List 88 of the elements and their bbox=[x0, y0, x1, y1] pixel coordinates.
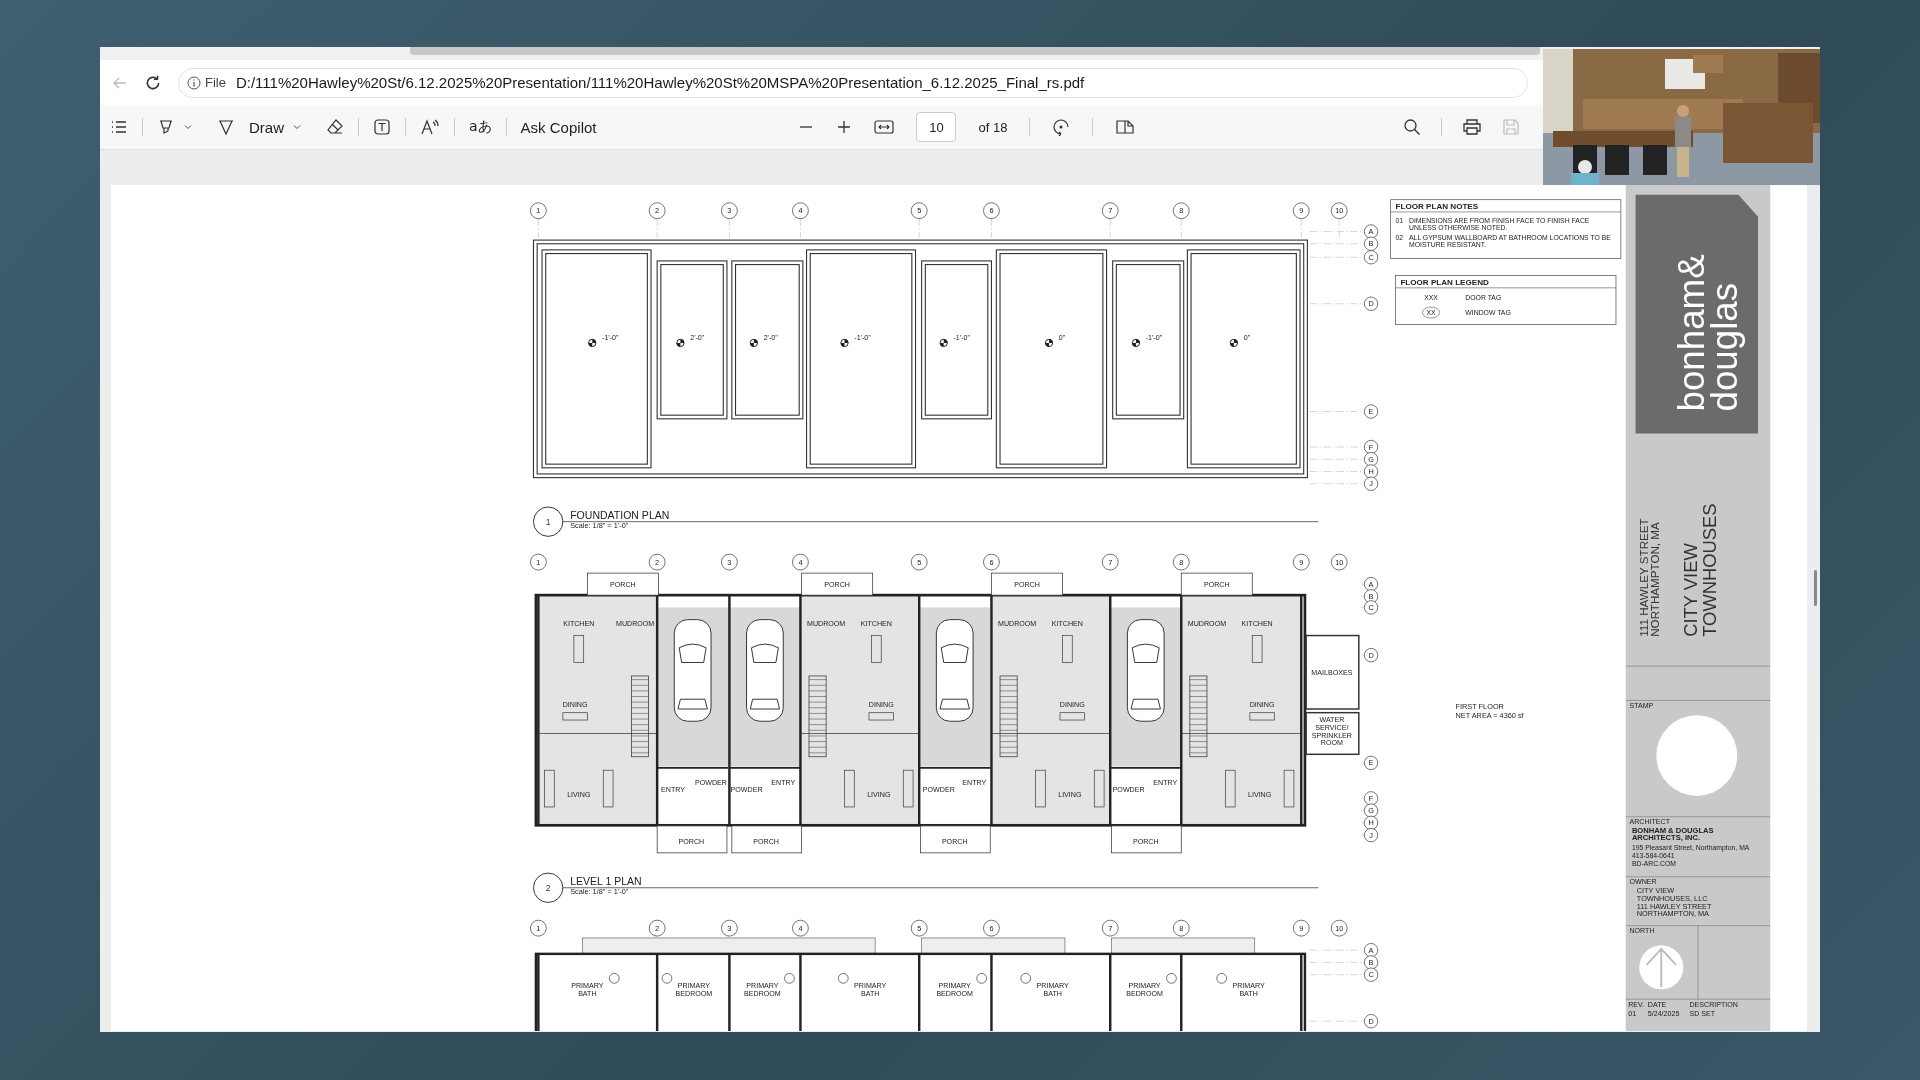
grid-bubble: 4 bbox=[792, 919, 809, 937]
grid-bubble: D bbox=[1363, 1014, 1379, 1029]
grid-bubble: D bbox=[1363, 296, 1379, 311]
scrollbar-thumb[interactable] bbox=[1814, 570, 1817, 606]
notes-title: FLOOR PLAN NOTES bbox=[1395, 201, 1479, 211]
draw-icon[interactable] bbox=[217, 118, 235, 136]
grid-bubble: 7 bbox=[1101, 919, 1119, 937]
view-title: FOUNDATION PLAN bbox=[570, 509, 670, 522]
grid-bubble: 6 bbox=[983, 202, 1000, 220]
grid-bubble: 4 bbox=[792, 553, 809, 571]
grid-bubble: C bbox=[1363, 600, 1379, 615]
view-scale: Scale: 1/8" = 1'-0" bbox=[570, 521, 629, 531]
grid-bubble: 2 bbox=[648, 202, 666, 220]
grid-bubble: 5 bbox=[910, 919, 928, 937]
project-title: CITY VIEW TOWNHOUSES bbox=[1679, 503, 1721, 637]
area-label: FIRST FLOOR NET AREA = 4360 sf bbox=[1455, 702, 1524, 720]
grid-bubble: B bbox=[1363, 236, 1379, 251]
search-icon[interactable] bbox=[1403, 118, 1421, 136]
page-view-icon[interactable] bbox=[1115, 118, 1136, 136]
view-title: LEVEL 1 PLAN bbox=[570, 875, 642, 888]
grid-bubble: 2 bbox=[648, 919, 666, 937]
grid-bubble: C bbox=[1363, 967, 1379, 982]
grid-bubble: 5 bbox=[910, 202, 928, 220]
view-scale: Scale: 1/8" = 1'-0" bbox=[570, 887, 629, 897]
address-field[interactable]: File D:/111%20Hawley%20St/6.12.2025%20Presentation/111%20Hawley%20St%20MSPA%20Presentation_6.12.2025_Final_rs.pdf bbox=[178, 67, 1528, 98]
draw-button[interactable]: Draw bbox=[249, 118, 284, 136]
grid-bubble: J bbox=[1363, 828, 1379, 843]
grid-bubble: E bbox=[1363, 755, 1379, 770]
grid-bubble: A bbox=[1363, 224, 1379, 239]
reload-icon[interactable] bbox=[144, 73, 162, 92]
grid-bubble: 9 bbox=[1292, 202, 1310, 220]
grid-bubble: 1 bbox=[530, 553, 547, 571]
zoom-in-icon[interactable] bbox=[836, 119, 853, 135]
grid-bubble: 7 bbox=[1101, 553, 1119, 571]
grid-bubble: 8 bbox=[1172, 553, 1190, 571]
logo-text: bonham& douglas bbox=[1671, 254, 1746, 412]
grid-bubble: E bbox=[1363, 404, 1379, 419]
grid-bubble: 2 bbox=[648, 553, 666, 571]
info-icon bbox=[187, 75, 201, 90]
grid-bubble: 4 bbox=[792, 202, 809, 220]
highlighter-icon[interactable] bbox=[157, 118, 175, 136]
grid-bubble: F bbox=[1363, 791, 1379, 806]
grid-bubble: 10 bbox=[1330, 202, 1348, 220]
grid-bubble: 10 bbox=[1330, 553, 1348, 571]
legend-title: FLOOR PLAN LEGEND bbox=[1400, 277, 1489, 287]
grid-bubble: D bbox=[1363, 648, 1379, 663]
fit-width-icon[interactable] bbox=[874, 119, 895, 135]
page-count: of 18 bbox=[978, 119, 1008, 135]
translate-button[interactable]: aあ bbox=[469, 118, 492, 136]
view-number-bubble: 1 bbox=[533, 506, 564, 537]
view-number-bubble: 2 bbox=[533, 872, 564, 903]
grid-bubble: 10 bbox=[1330, 919, 1348, 937]
print-icon[interactable] bbox=[1462, 118, 1482, 136]
grid-bubble: 1 bbox=[530, 202, 547, 220]
ask-copilot-button[interactable]: Ask Copilot bbox=[520, 118, 597, 136]
grid-bubble: 5 bbox=[910, 553, 928, 571]
text-box-icon[interactable] bbox=[373, 118, 391, 136]
grid-bubble: 3 bbox=[721, 202, 738, 220]
grid-bubble: 7 bbox=[1101, 202, 1119, 220]
grid-bubble: A bbox=[1363, 577, 1379, 592]
project-address: 111 HAWLEY STREET NORTHAMPTON, MA bbox=[1636, 518, 1661, 637]
grid-bubble: F bbox=[1363, 439, 1379, 455]
rotate-icon[interactable] bbox=[1052, 118, 1071, 136]
owner-name: CITY VIEW TOWNHOUSES, LLC bbox=[1636, 885, 1708, 903]
grid-bubble: A bbox=[1363, 943, 1379, 958]
grid-bubble: H bbox=[1363, 815, 1379, 830]
grid-bubble: J bbox=[1363, 476, 1379, 491]
grid-bubble: 8 bbox=[1172, 202, 1190, 220]
grid-bubble: C bbox=[1363, 250, 1379, 265]
grid-bubble: 3 bbox=[721, 553, 738, 571]
grid-bubble: 1 bbox=[530, 919, 547, 937]
grid-bubble: 9 bbox=[1292, 553, 1310, 571]
grid-bubble: B bbox=[1363, 955, 1379, 970]
owner-address: NORTHAMPTON, MA bbox=[1636, 909, 1709, 919]
grid-bubble: 3 bbox=[721, 919, 738, 937]
grid-bubble: 6 bbox=[983, 919, 1000, 937]
grid-bubble: 6 bbox=[983, 553, 1000, 571]
grid-bubble: 9 bbox=[1292, 919, 1310, 937]
page-number-field[interactable]: 10 bbox=[916, 112, 957, 142]
url-text: D:/111%20Hawley%20St/6.12.2025%20Presentation/111%20Hawley%20St%20MSPA%20Presentation_6.12.2025_Final_rs.pdf bbox=[235, 74, 1085, 91]
read-aloud-icon[interactable] bbox=[420, 118, 440, 136]
grid-bubble: G bbox=[1363, 452, 1379, 467]
owner-address: 111 HAWLEY STREET bbox=[1636, 901, 1712, 911]
site-info-button[interactable]: File bbox=[187, 75, 226, 90]
contents-icon[interactable] bbox=[110, 118, 128, 136]
eraser-icon[interactable] bbox=[326, 118, 344, 136]
grid-bubble: 8 bbox=[1172, 919, 1190, 937]
grid-bubble: H bbox=[1363, 464, 1379, 479]
